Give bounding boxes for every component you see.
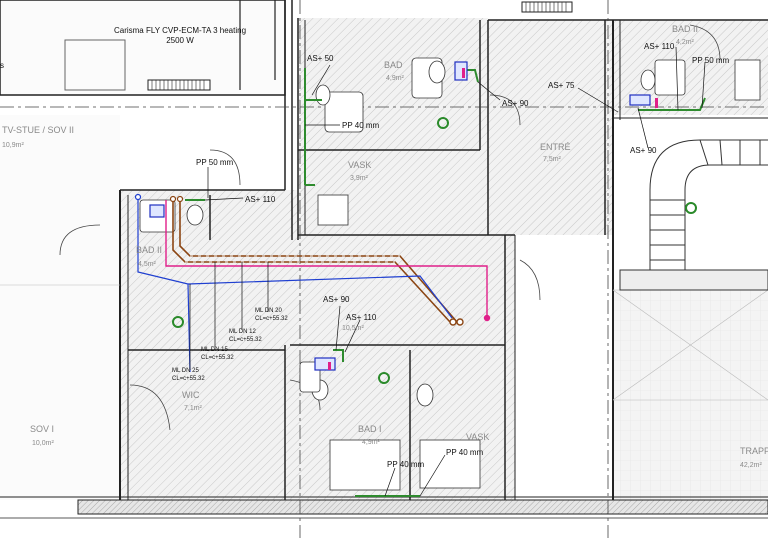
heater-power: 2500 W: [166, 36, 194, 45]
label-ml15-cl: CL=c+55.32: [201, 355, 234, 361]
label-pp40-bottom2: PP 40 mm: [446, 448, 484, 457]
room-entre-area: 7,5m²: [543, 156, 562, 163]
room-entre-name: ENTRÉ: [540, 142, 571, 152]
label-as110-center: AS+ 110: [346, 313, 377, 322]
room-vask-top-name: VASK: [348, 160, 371, 170]
room-tv-stue-sov-name: TV-STUE / SOV II: [2, 125, 74, 135]
label-ml20: ML DN 20: [255, 308, 282, 314]
floor-plan-drawing: TV-STUE / SOV II 10,9m² BAD 4,9m² VASK 3…: [0, 0, 768, 538]
label-ml12: ML DN 12: [229, 329, 256, 335]
label-pp40-top: PP 40 mm: [342, 121, 380, 130]
room-bad-i-area: 4,9m²: [362, 439, 381, 446]
label-as110-right: AS+ 110: [644, 42, 675, 51]
room-sov-i-area: 10,0m²: [32, 440, 54, 447]
label-as110-left: AS+ 110: [245, 195, 276, 204]
label-ml12-cl: CL=c+55.32: [229, 337, 262, 343]
room-bad-top-name: BAD: [384, 60, 403, 70]
label-ml25-cl: CL=c+55.32: [172, 376, 205, 382]
room-bad-top-area: 4,9m²: [386, 75, 405, 82]
room-tv-stue-sov-area: 10,9m²: [2, 142, 24, 149]
room-vask-bottom-name: VASK: [466, 432, 489, 442]
room-sov-i-name: SOV I: [30, 424, 54, 434]
label-as90-center: AS+ 90: [323, 295, 350, 304]
room-bad-ii-left-name: BAD II: [136, 245, 162, 255]
label-as50: AS+ 50: [307, 54, 334, 63]
room-bad-ii-area: 4,2m²: [676, 39, 695, 46]
room-center-area: 10,5m²: [342, 325, 364, 332]
room-bad-ii-left-area: 4,5m²: [138, 261, 157, 268]
label-as90-top: AS+ 90: [502, 99, 529, 108]
heater-unit: [147, 79, 211, 91]
staircase: [619, 139, 768, 291]
floor-drain: [685, 202, 697, 214]
label-pp40-bottom: PP 40 mm: [387, 460, 425, 469]
label-pp50-left: PP 50 mm: [196, 158, 234, 167]
label-ml25: ML DN 25: [172, 368, 199, 374]
room-wic-area: 7,1m²: [184, 405, 203, 412]
room-trapp-area: 42,2m²: [740, 462, 762, 469]
label-pp50-right: PP 50 mm: [692, 56, 730, 65]
label-as75: AS+ 75: [548, 81, 575, 90]
label-ml15: ML DN 15: [201, 347, 228, 353]
room-bad-ii-name: BAD II: [672, 24, 698, 34]
label-as90-right: AS+ 90: [630, 146, 657, 155]
room-vask-top-area: 3,9m²: [350, 175, 369, 182]
room-bad-i-name: BAD I: [358, 424, 382, 434]
room-trapp-name: TRAPP: [740, 446, 768, 456]
label-side-mark: s: [0, 61, 4, 70]
label-ml20-cl: CL=c+55.32: [255, 316, 288, 322]
heater-model: Carisma FLY CVP-ECM-TA 3 heating: [114, 26, 246, 35]
heater-unit-top: [521, 1, 573, 13]
room-wic-name: WIC: [182, 390, 200, 400]
